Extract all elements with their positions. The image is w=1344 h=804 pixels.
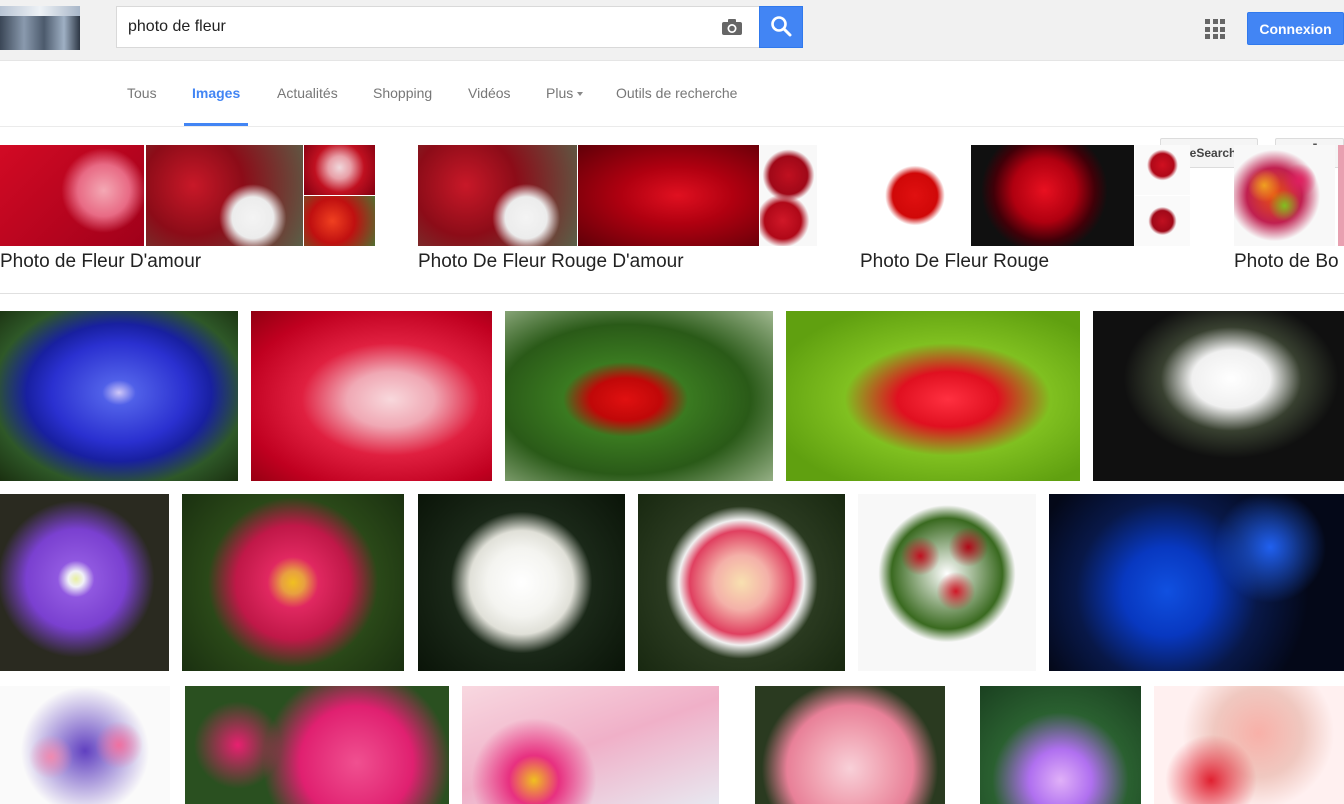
image-result[interactable] [1154,686,1344,804]
search-icon [771,16,792,37]
tab-shopping[interactable]: Shopping [373,61,432,126]
related-thumbnail [1135,145,1190,195]
apps-grid-icon[interactable] [1205,19,1225,39]
image-result[interactable] [182,494,404,671]
related-thumbnail [860,145,970,246]
image-result[interactable] [1093,311,1344,481]
related-thumbnail [146,145,303,246]
related-thumbnail [0,145,144,246]
related-search-label: Photo De Fleur Rouge [860,251,1050,272]
image-result[interactable] [251,311,492,481]
search-input[interactable] [117,7,677,47]
logo[interactable] [0,6,80,50]
related-thumbnail [1338,145,1344,246]
image-result[interactable] [858,494,1036,671]
tab-all[interactable]: Tous [127,61,157,126]
related-search-card[interactable]: Photo De Fleur Rouge [860,145,1194,277]
image-result[interactable] [505,311,773,481]
search-tabs: Tous Images Actualités Shopping Vidéos P… [0,61,1344,168]
related-search-card[interactable]: Photo de Bo [1234,145,1344,277]
login-button[interactable]: Connexion [1247,12,1344,45]
top-bar: Connexion [0,0,1344,61]
related-thumbnail [760,145,817,246]
related-thumbnail [1234,145,1335,246]
image-result[interactable] [418,494,625,671]
tab-more-label: Plus [546,85,574,101]
divider [0,293,1344,294]
image-result[interactable] [1049,494,1344,671]
search-box[interactable] [116,6,759,48]
image-result[interactable] [786,311,1080,481]
tab-search-tools[interactable]: Outils de recherche [616,61,737,126]
related-thumbnail [418,145,577,246]
related-search-label: Photo De Fleur Rouge D'amour [418,251,684,272]
related-search-label: Photo de Fleur D'amour [0,251,202,272]
search-button[interactable] [759,6,803,48]
image-result[interactable] [755,686,945,804]
related-search-card[interactable]: Photo De Fleur Rouge D'amour [418,145,818,277]
tab-videos[interactable]: Vidéos [468,61,511,126]
camera-icon[interactable] [721,18,743,36]
related-thumbnail [578,145,759,246]
image-result[interactable] [462,686,719,804]
image-result[interactable] [0,311,238,481]
caret-down-icon [577,92,584,97]
related-search-label: Photo de Bo [1234,251,1339,272]
related-thumbnail [1135,196,1190,246]
related-thumbnail [304,145,375,195]
related-search-card[interactable]: Photo de Fleur D'amour [0,145,380,277]
image-result[interactable] [980,686,1141,804]
image-result[interactable] [0,686,170,804]
related-thumbnail [304,196,375,246]
image-result[interactable] [0,494,169,671]
tab-images[interactable]: Images [184,61,249,126]
image-result[interactable] [185,686,449,804]
tab-more[interactable]: Plus [546,61,584,126]
tab-news[interactable]: Actualités [277,61,338,126]
image-result[interactable] [638,494,845,671]
related-thumbnail [971,145,1134,246]
